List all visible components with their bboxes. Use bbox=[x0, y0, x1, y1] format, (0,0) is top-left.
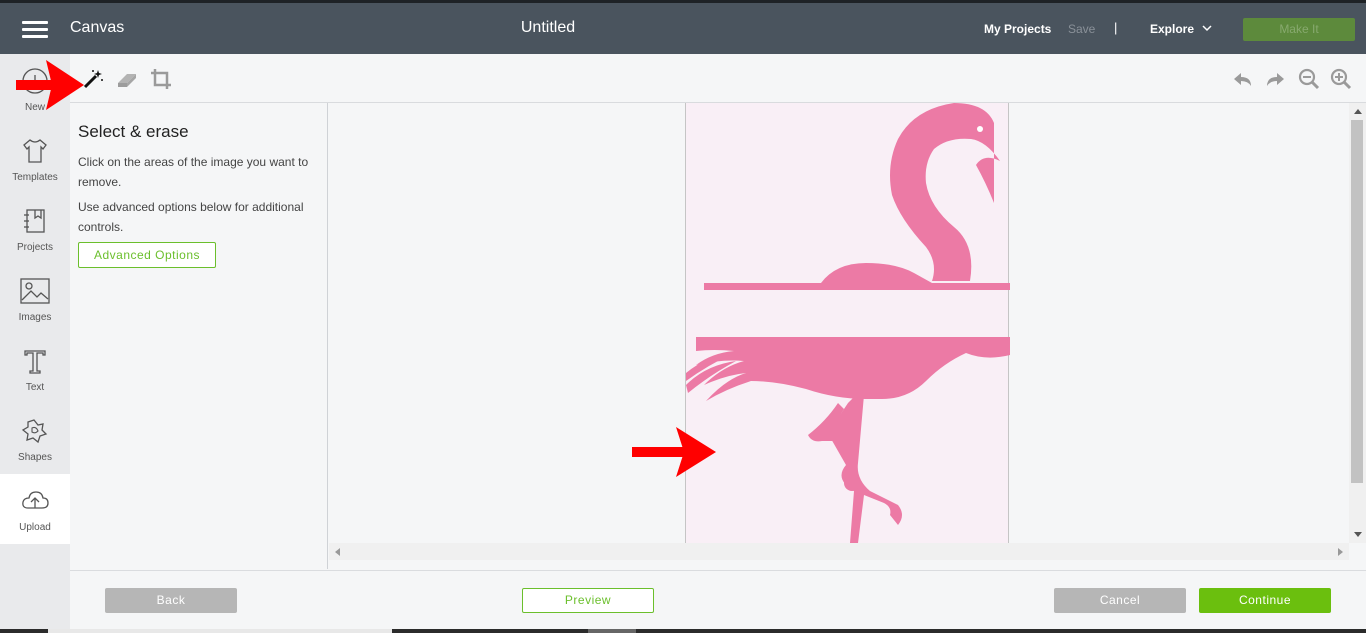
my-projects-link[interactable]: My Projects bbox=[984, 22, 1051, 36]
preview-button[interactable]: Preview bbox=[522, 588, 654, 613]
rail-item-images[interactable]: Images bbox=[0, 264, 70, 334]
cancel-button[interactable]: Cancel bbox=[1054, 588, 1186, 613]
eraser-icon[interactable] bbox=[116, 68, 138, 90]
crop-icon[interactable] bbox=[150, 68, 172, 90]
panel-instructions: Click on the areas of the image you want… bbox=[78, 155, 309, 189]
chevron-down-icon[interactable] bbox=[1202, 23, 1212, 33]
artboard[interactable] bbox=[685, 103, 1010, 543]
header-separator: | bbox=[1114, 20, 1118, 35]
vertical-scroll-thumb[interactable] bbox=[1351, 120, 1363, 483]
tool-row bbox=[70, 54, 1366, 103]
rail-label-projects: Projects bbox=[16, 242, 54, 253]
shapes-icon bbox=[21, 419, 48, 444]
back-button[interactable]: Back bbox=[105, 588, 237, 613]
text-t-icon bbox=[24, 350, 46, 374]
rail-label-templates: Templates bbox=[12, 172, 58, 183]
rail-label-upload: Upload bbox=[19, 522, 51, 533]
scroll-down-arrow-icon[interactable] bbox=[1353, 529, 1363, 539]
annotation-arrow-icon bbox=[632, 427, 716, 477]
taskbar-segment bbox=[48, 629, 392, 633]
rail-label-images: Images bbox=[18, 312, 52, 323]
image-canvas[interactable] bbox=[329, 103, 1349, 543]
rail-item-projects[interactable]: Projects bbox=[0, 194, 70, 264]
rail-item-shapes[interactable]: Shapes bbox=[0, 404, 70, 474]
make-it-button[interactable]: Make It bbox=[1243, 18, 1355, 41]
select-erase-panel: Select & erase Click on the areas of the… bbox=[70, 103, 328, 569]
vertical-scrollbar[interactable] bbox=[1349, 103, 1366, 543]
scroll-up-arrow-icon[interactable] bbox=[1353, 107, 1363, 117]
explore-link[interactable]: Explore bbox=[1150, 22, 1194, 36]
cloud-upload-icon bbox=[22, 491, 49, 509]
document-title[interactable]: Untitled bbox=[0, 19, 1096, 37]
rail-item-templates[interactable]: Templates bbox=[0, 124, 70, 194]
rail-label-shapes: Shapes bbox=[18, 452, 52, 463]
panel-title: Select & erase bbox=[78, 122, 189, 141]
redo-icon[interactable] bbox=[1264, 68, 1286, 90]
footer-bar: Back Preview Cancel Continue bbox=[70, 570, 1366, 629]
image-icon bbox=[20, 278, 50, 304]
left-rail: New Templates Projects Images Text Shape… bbox=[0, 54, 70, 633]
taskbar-segment bbox=[588, 629, 636, 633]
magic-wand-icon[interactable] bbox=[82, 68, 104, 90]
zoom-in-icon[interactable] bbox=[1330, 68, 1352, 90]
rail-item-text[interactable]: Text bbox=[0, 334, 70, 404]
rail-item-upload[interactable]: Upload bbox=[0, 474, 70, 544]
shirt-icon bbox=[23, 139, 47, 163]
undo-icon[interactable] bbox=[1232, 68, 1254, 90]
save-link[interactable]: Save bbox=[1068, 22, 1095, 36]
notebook-icon bbox=[24, 209, 45, 233]
taskbar-strip bbox=[0, 629, 1366, 633]
rail-label-text: Text bbox=[25, 382, 45, 393]
horizontal-scrollbar[interactable] bbox=[329, 543, 1349, 560]
panel-advanced-hint: Use advanced options below for additiona… bbox=[78, 200, 304, 234]
zoom-out-icon[interactable] bbox=[1298, 68, 1320, 90]
top-header: Canvas Untitled My Projects Save | Explo… bbox=[0, 0, 1366, 54]
app-window: Canvas Untitled My Projects Save | Explo… bbox=[0, 0, 1366, 633]
flamingo-image[interactable] bbox=[686, 103, 1010, 543]
advanced-options-button[interactable]: Advanced Options bbox=[78, 242, 216, 268]
continue-button[interactable]: Continue bbox=[1199, 588, 1331, 613]
scroll-right-arrow-icon[interactable] bbox=[1335, 547, 1345, 557]
scroll-left-arrow-icon[interactable] bbox=[333, 547, 343, 557]
annotation-arrow-icon bbox=[16, 60, 84, 110]
